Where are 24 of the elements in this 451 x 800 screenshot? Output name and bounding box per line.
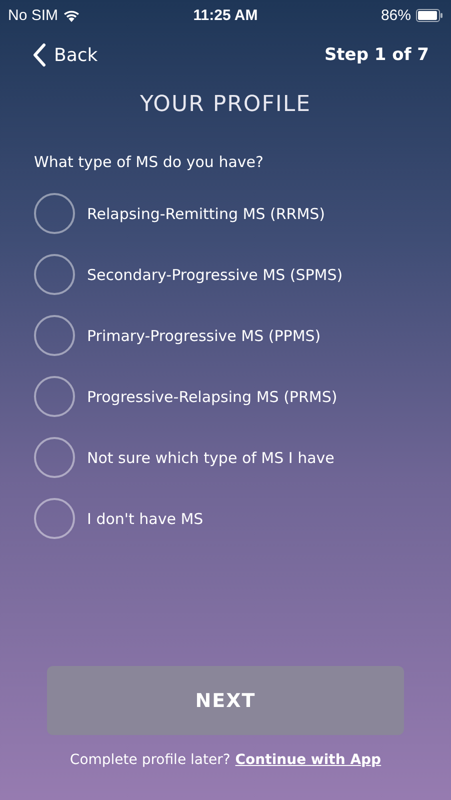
status-time: 11:25 AM (193, 6, 258, 24)
battery-icon (416, 8, 443, 22)
option-label[interactable]: Not sure which type of MS I have (87, 448, 334, 466)
continue-link[interactable]: Continue with App (235, 752, 382, 768)
page-title: YOUR PROFILE (138, 92, 312, 117)
carrier-label: No SIM (8, 6, 58, 24)
option-label[interactable]: Primary-Progressive MS (PPMS) (87, 326, 321, 344)
back-button[interactable]: Back (32, 43, 98, 67)
radio-button[interactable] (34, 315, 75, 356)
wifi-icon (63, 8, 80, 22)
question-text: What type of MS do you have? (34, 153, 264, 171)
radio-button[interactable] (34, 498, 75, 539)
option-label[interactable]: I don't have MS (87, 510, 204, 528)
radio-button[interactable] (34, 376, 75, 417)
step-indicator: Step 1 of 7 (324, 45, 429, 65)
radio-button[interactable] (34, 437, 75, 478)
footer-text: Complete profile later? (70, 752, 230, 768)
battery-percent: 86% (380, 6, 411, 24)
chevron-left-icon (32, 43, 46, 67)
option-label[interactable]: Relapsing-Remitting MS (RRMS) (87, 204, 326, 222)
option-label[interactable]: Progressive-Relapsing MS (PRMS) (87, 388, 338, 406)
option-label[interactable]: Secondary-Progressive MS (SPMS) (87, 266, 343, 284)
radio-button[interactable] (34, 193, 75, 234)
radio-button[interactable] (34, 254, 75, 295)
